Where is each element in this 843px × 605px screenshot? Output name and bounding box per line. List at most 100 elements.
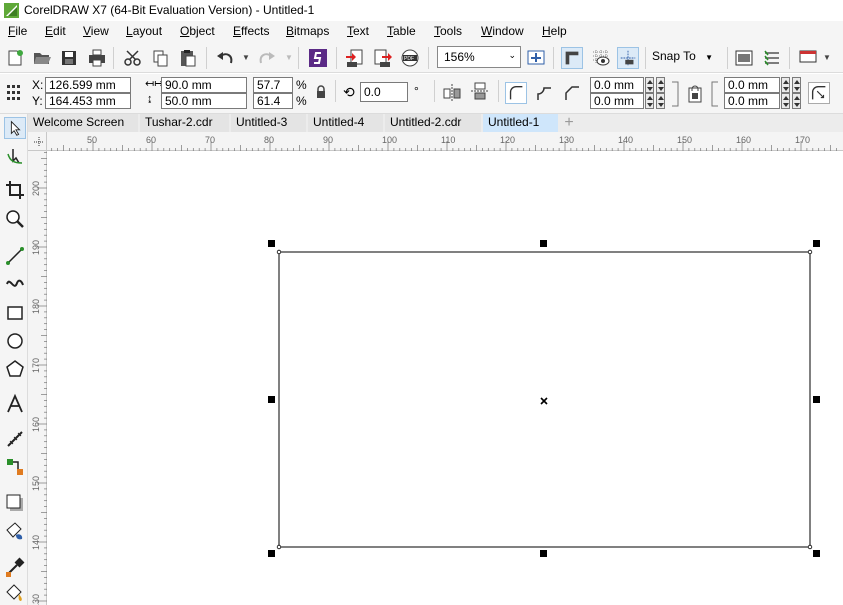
transparency-tool-icon[interactable] bbox=[4, 520, 26, 542]
relative-corner-scaling-icon[interactable] bbox=[808, 82, 830, 104]
undo-dropdown-icon[interactable]: ▼ bbox=[242, 53, 250, 62]
corner-radius-top-right-spinner[interactable] bbox=[781, 77, 790, 93]
corner-radius-bottom-right-dropdown[interactable] bbox=[792, 93, 801, 109]
drawing-canvas[interactable] bbox=[48, 152, 843, 605]
scalloped-corner-icon[interactable] bbox=[533, 82, 555, 104]
vertical-ruler[interactable]: 200 190 180 170 160 150 140 130 bbox=[28, 151, 47, 605]
snap-to-dropdown[interactable]: Snap To ▼ bbox=[652, 49, 713, 63]
round-corner-icon[interactable] bbox=[505, 82, 527, 104]
corner-radius-bottom-right-spinner[interactable] bbox=[781, 93, 790, 109]
eyedropper-tool-icon[interactable] bbox=[4, 556, 26, 578]
scale-x-field[interactable]: 57.7 bbox=[253, 77, 293, 93]
copy-icon[interactable] bbox=[150, 47, 172, 69]
launch-dropdown-icon[interactable]: ▼ bbox=[823, 53, 831, 62]
mirror-vertical-icon[interactable] bbox=[469, 80, 491, 102]
tab-tushar-2[interactable]: Tushar-2.cdr bbox=[140, 114, 229, 132]
pick-tool-icon[interactable] bbox=[4, 117, 26, 139]
ruler-tick-label: 130 bbox=[31, 594, 41, 605]
corner-lock-icon[interactable] bbox=[670, 78, 720, 110]
show-rulers-icon[interactable] bbox=[590, 47, 612, 69]
corner-radius-top-right-dropdown[interactable] bbox=[792, 77, 801, 93]
welcome-icon[interactable] bbox=[733, 47, 755, 69]
x-position-field[interactable]: 126.599 mm bbox=[45, 77, 131, 93]
print-icon[interactable] bbox=[86, 47, 108, 69]
scale-y-field[interactable]: 61.4 bbox=[253, 93, 293, 109]
menu-text[interactable]: Text bbox=[347, 24, 369, 38]
redo-icon[interactable] bbox=[256, 47, 278, 69]
search-content-icon[interactable] bbox=[307, 47, 329, 69]
menu-view[interactable]: View bbox=[83, 24, 109, 38]
menu-help[interactable]: Help bbox=[542, 24, 567, 38]
paste-icon[interactable] bbox=[177, 47, 199, 69]
menu-tools[interactable]: Tools bbox=[434, 24, 462, 38]
corner-radius-top-left-field[interactable]: 0.0 mm bbox=[590, 77, 644, 93]
horizontal-ruler[interactable]: 50 60 70 80 90 100 110 120 130 140 150 160 170 bbox=[28, 132, 843, 151]
menu-window[interactable]: Window bbox=[481, 24, 524, 38]
parallel-dimension-tool-icon[interactable] bbox=[4, 428, 26, 450]
tab-untitled-1[interactable]: Untitled-1 bbox=[483, 114, 558, 132]
y-position-field[interactable]: 164.453 mm bbox=[45, 93, 131, 109]
ellipse-tool-icon[interactable] bbox=[4, 330, 26, 352]
ruler-origin[interactable] bbox=[28, 132, 47, 151]
width-field[interactable]: 90.0 mm bbox=[161, 77, 247, 93]
corner-radius-top-left-dropdown[interactable] bbox=[656, 77, 665, 93]
corner-radius-bottom-right-field[interactable]: 0.0 mm bbox=[724, 93, 780, 109]
full-screen-icon[interactable] bbox=[561, 47, 583, 69]
redo-dropdown-icon[interactable]: ▼ bbox=[285, 53, 293, 62]
chamfered-corner-icon[interactable] bbox=[561, 82, 583, 104]
polygon-tool-icon[interactable] bbox=[4, 358, 26, 380]
publish-pdf-icon[interactable]: PDF bbox=[399, 47, 421, 69]
corner-radius-bottom-left-field[interactable]: 0.0 mm bbox=[590, 93, 644, 109]
menu-table[interactable]: Table bbox=[387, 24, 416, 38]
export-icon[interactable] bbox=[372, 47, 394, 69]
lock-ratio-icon[interactable] bbox=[315, 85, 327, 99]
zoom-tool-icon[interactable] bbox=[4, 208, 26, 230]
corner-radius-top-left-spinner[interactable] bbox=[645, 77, 654, 93]
crop-tool-icon[interactable] bbox=[4, 179, 26, 201]
add-tab-button[interactable]: + bbox=[560, 114, 578, 132]
ruler-tick-label: 200 bbox=[31, 181, 41, 196]
tab-untitled-3[interactable]: Untitled-3 bbox=[231, 114, 306, 132]
undo-icon[interactable] bbox=[214, 47, 236, 69]
menu-bitmaps[interactable]: Bitmaps bbox=[286, 24, 329, 38]
menu-layout[interactable]: Layout bbox=[126, 24, 162, 38]
ruler-origin-icon bbox=[34, 137, 44, 147]
options-icon[interactable] bbox=[761, 47, 783, 69]
zoom-level-select[interactable]: 156% ⌄ bbox=[437, 46, 521, 68]
tab-untitled-2[interactable]: Untitled-2.cdr bbox=[385, 114, 481, 132]
show-guidelines-icon[interactable] bbox=[617, 47, 639, 69]
connector-tool-icon[interactable] bbox=[4, 456, 26, 478]
drop-shadow-tool-icon[interactable] bbox=[4, 492, 26, 514]
corner-radius-bottom-left-dropdown[interactable] bbox=[656, 93, 665, 109]
text-tool-icon[interactable] bbox=[4, 393, 26, 415]
menu-object[interactable]: Object bbox=[180, 24, 215, 38]
cut-icon[interactable] bbox=[122, 47, 144, 69]
open-icon[interactable] bbox=[31, 47, 53, 69]
new-icon[interactable] bbox=[4, 47, 26, 69]
interactive-fill-tool-icon[interactable] bbox=[4, 582, 26, 604]
tab-welcome-screen[interactable]: Welcome Screen bbox=[28, 114, 138, 132]
menu-edit[interactable]: Edit bbox=[45, 24, 66, 38]
freehand-tool-icon[interactable] bbox=[4, 245, 26, 267]
title-bar: CorelDRAW X7 (64-Bit Evaluation Version)… bbox=[0, 0, 843, 21]
save-icon[interactable] bbox=[58, 47, 80, 69]
mirror-horizontal-icon[interactable] bbox=[441, 82, 463, 104]
svg-text:PDF: PDF bbox=[404, 56, 414, 62]
shape-tool-icon[interactable] bbox=[4, 145, 26, 167]
launch-icon[interactable] bbox=[797, 47, 819, 69]
rotation-field[interactable]: 0.0 bbox=[360, 82, 408, 102]
menu-effects[interactable]: Effects bbox=[233, 24, 269, 38]
artistic-media-tool-icon[interactable] bbox=[4, 272, 26, 294]
rectangle-tool-icon[interactable] bbox=[4, 302, 26, 324]
selection-handles[interactable] bbox=[268, 240, 820, 557]
import-icon[interactable] bbox=[344, 47, 366, 69]
object-origin-icon[interactable] bbox=[6, 83, 22, 101]
corner-radius-top-right-field[interactable]: 0.0 mm bbox=[724, 77, 780, 93]
tab-untitled-4[interactable]: Untitled-4 bbox=[308, 114, 383, 132]
height-field[interactable]: 50.0 mm bbox=[161, 93, 247, 109]
menu-file[interactable]: File bbox=[8, 24, 27, 38]
center-marker-icon[interactable] bbox=[540, 397, 548, 405]
ruler-tick-label: 140 bbox=[31, 535, 41, 550]
corner-radius-bottom-left-spinner[interactable] bbox=[645, 93, 654, 109]
zoom-to-page-icon[interactable] bbox=[525, 47, 547, 69]
